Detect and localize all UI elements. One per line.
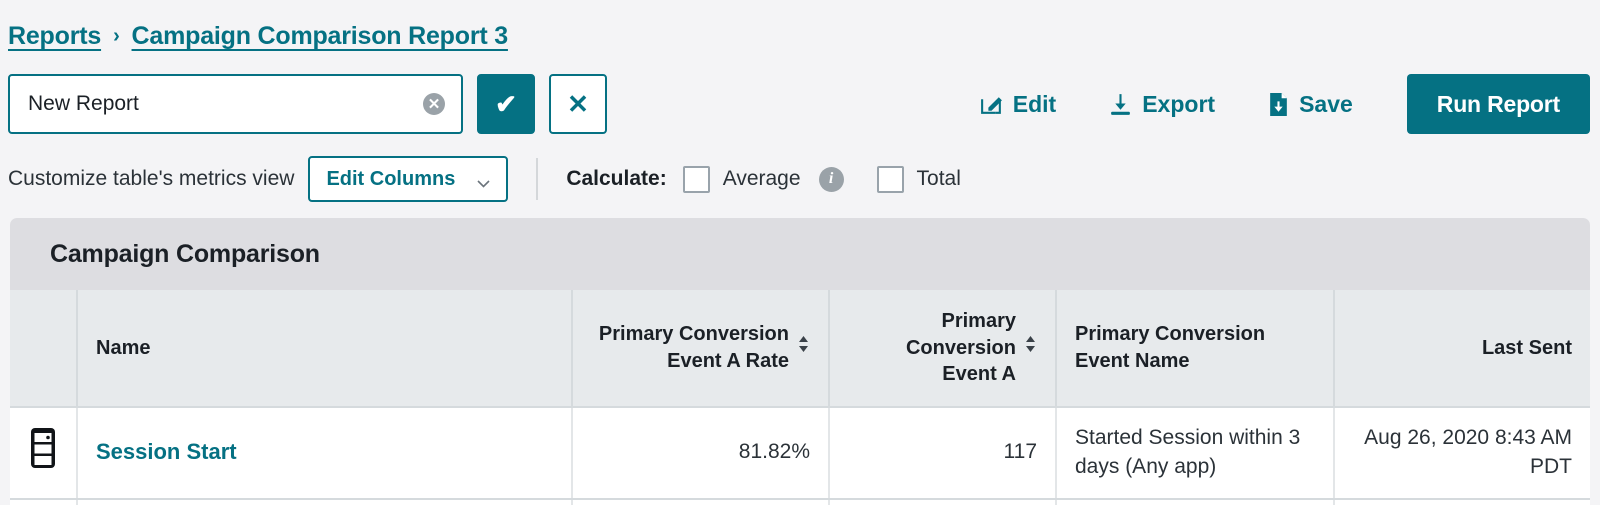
row-event-name-cell: Started Session within 3 days (Any app) — [1056, 407, 1334, 499]
chevron-down-icon — [477, 175, 490, 183]
clear-circle-icon[interactable]: ✕ — [423, 93, 445, 115]
export-button-label: Export — [1142, 91, 1215, 118]
card-title: Campaign Comparison — [10, 218, 1590, 290]
total-label: Total — [917, 167, 961, 191]
column-header-last-sent: Last Sent — [1334, 290, 1590, 407]
column-header-rate-label: Primary Conversion Event A Rate — [591, 321, 789, 374]
report-actions: Edit Export Save Run Report — [953, 74, 1590, 134]
table-body: Session Start 81.82% 117 Started Session… — [10, 407, 1590, 505]
download-icon — [1108, 92, 1133, 117]
column-header-count-label: Primary Conversion Event A — [848, 308, 1016, 388]
row-rate-cell — [572, 499, 829, 505]
edit-button[interactable]: Edit — [953, 91, 1082, 118]
column-header-count[interactable]: Primary Conversion Event A — [829, 290, 1056, 407]
report-name-editor: ✕ ✔ ✕ — [8, 74, 607, 134]
calculate-group: Calculate: Average i Total — [566, 166, 961, 193]
calculate-label: Calculate: — [566, 167, 666, 191]
row-last-sent-cell: Aug 26, 2020 8:43 AM PDT — [1334, 407, 1590, 499]
sort-arrows-icon[interactable] — [797, 334, 810, 362]
edit-columns-dropdown[interactable]: Edit Columns — [308, 156, 508, 202]
column-header-name: Name — [77, 290, 572, 407]
breadcrumb: Reports › Campaign Comparison Report 3 — [8, 22, 508, 51]
row-rate-cell: 81.82% — [572, 407, 829, 499]
report-page: Reports › Campaign Comparison Report 3 ✕… — [0, 0, 1600, 505]
campaign-name-link[interactable]: Session Start — [96, 439, 237, 464]
row-count-cell — [829, 499, 1056, 505]
average-label: Average — [723, 167, 801, 191]
cancel-name-button[interactable]: ✕ — [549, 74, 607, 134]
pencil-square-icon — [979, 92, 1004, 117]
save-button-label: Save — [1299, 91, 1353, 118]
sort-arrows-icon[interactable] — [1024, 334, 1037, 362]
column-header-last-sent-label: Last Sent — [1482, 337, 1572, 359]
row-event-name-cell — [1056, 499, 1334, 505]
edit-button-label: Edit — [1013, 91, 1056, 118]
info-icon[interactable]: i — [819, 167, 844, 192]
customize-metrics-label: Customize table's metrics view — [8, 167, 294, 191]
edit-columns-label: Edit Columns — [326, 168, 455, 191]
report-name-field-wrapper: ✕ — [8, 74, 463, 134]
row-last-sent-cell — [1334, 499, 1590, 505]
breadcrumb-item-reports[interactable]: Reports — [8, 22, 101, 51]
average-checkbox[interactable] — [683, 166, 710, 193]
table-row[interactable] — [10, 499, 1590, 505]
table-toolbar: Customize table's metrics view Edit Colu… — [8, 156, 961, 202]
report-name-input[interactable] — [10, 76, 461, 132]
column-header-icon — [10, 290, 77, 407]
save-button[interactable]: Save — [1241, 91, 1379, 118]
export-button[interactable]: Export — [1082, 91, 1241, 118]
total-checkbox[interactable] — [877, 166, 904, 193]
column-header-event-name-label: Primary Conversion Event Name — [1075, 323, 1265, 372]
chevron-right-icon: › — [113, 25, 119, 48]
column-header-event-name: Primary Conversion Event Name — [1056, 290, 1334, 407]
run-report-button[interactable]: Run Report — [1407, 74, 1590, 134]
row-name-cell — [77, 499, 572, 505]
in-app-message-icon — [30, 427, 56, 478]
campaign-comparison-card: Campaign Comparison Name Primary Convers… — [10, 218, 1590, 505]
breadcrumb-item-current-report[interactable]: Campaign Comparison Report 3 — [132, 22, 508, 51]
table-header-row: Name Primary Conversion Event A Rate — [10, 290, 1590, 407]
toolbar-divider — [536, 158, 538, 200]
row-name-cell: Session Start — [77, 407, 572, 499]
column-header-rate[interactable]: Primary Conversion Event A Rate — [572, 290, 829, 407]
table-head: Name Primary Conversion Event A Rate — [10, 290, 1590, 407]
campaign-comparison-table: Name Primary Conversion Event A Rate — [10, 290, 1590, 505]
save-file-icon — [1267, 92, 1290, 117]
table-row[interactable]: Session Start 81.82% 117 Started Session… — [10, 407, 1590, 499]
column-header-name-label: Name — [96, 337, 150, 359]
row-count-cell: 117 — [829, 407, 1056, 499]
row-type-icon-cell — [10, 407, 77, 499]
confirm-name-button[interactable]: ✔ — [477, 74, 535, 134]
row-type-icon-cell — [10, 499, 77, 505]
